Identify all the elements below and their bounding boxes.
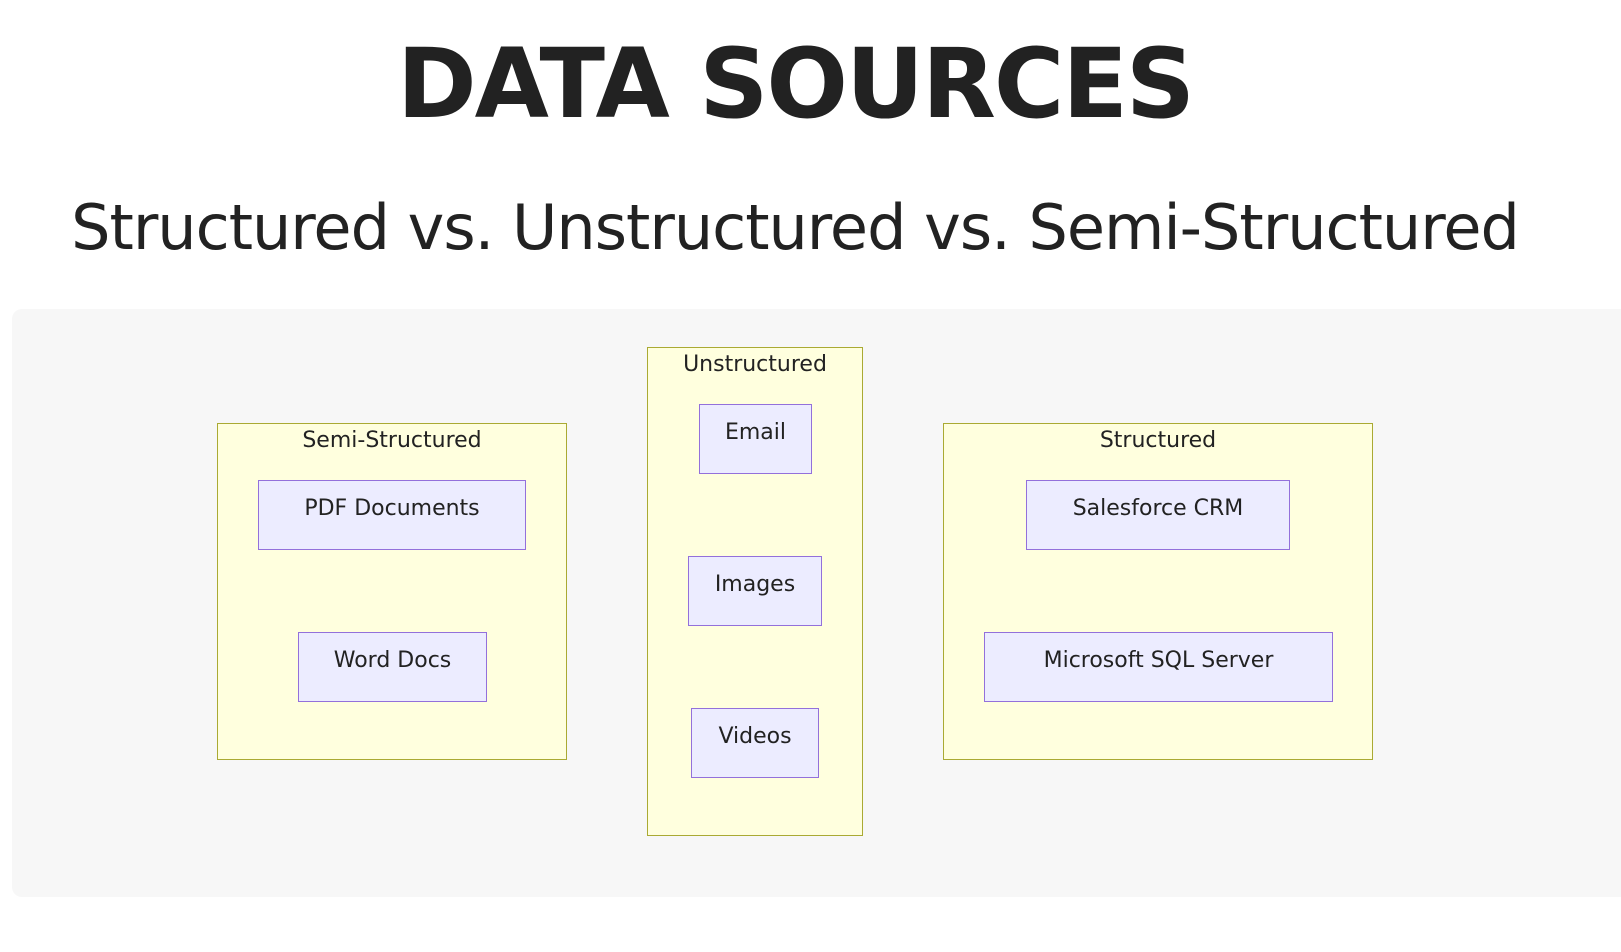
node-videos[interactable]: Videos xyxy=(691,708,819,778)
node-microsoft-sql-server[interactable]: Microsoft SQL Server xyxy=(984,632,1333,702)
group-label-unstructured: Unstructured xyxy=(683,352,827,377)
group-structured: Structured Salesforce CRM Microsoft SQL … xyxy=(943,423,1373,760)
node-email[interactable]: Email xyxy=(699,404,812,474)
group-semi-structured: Semi-Structured PDF Documents Word Docs xyxy=(217,423,567,760)
node-pdf-documents[interactable]: PDF Documents xyxy=(258,480,526,550)
node-salesforce-crm[interactable]: Salesforce CRM xyxy=(1026,480,1290,550)
node-word-docs[interactable]: Word Docs xyxy=(298,632,487,702)
group-label-semi-structured: Semi-Structured xyxy=(302,428,482,453)
page-subtitle: Structured vs. Unstructured vs. Semi-Str… xyxy=(71,191,1520,264)
group-unstructured: Unstructured Email Images Videos xyxy=(647,347,863,836)
diagram-canvas: Semi-Structured PDF Documents Word Docs … xyxy=(12,309,1621,897)
group-label-structured: Structured xyxy=(1099,428,1217,453)
node-images[interactable]: Images xyxy=(688,556,822,626)
page-title: DATA SOURCES xyxy=(396,28,1195,140)
